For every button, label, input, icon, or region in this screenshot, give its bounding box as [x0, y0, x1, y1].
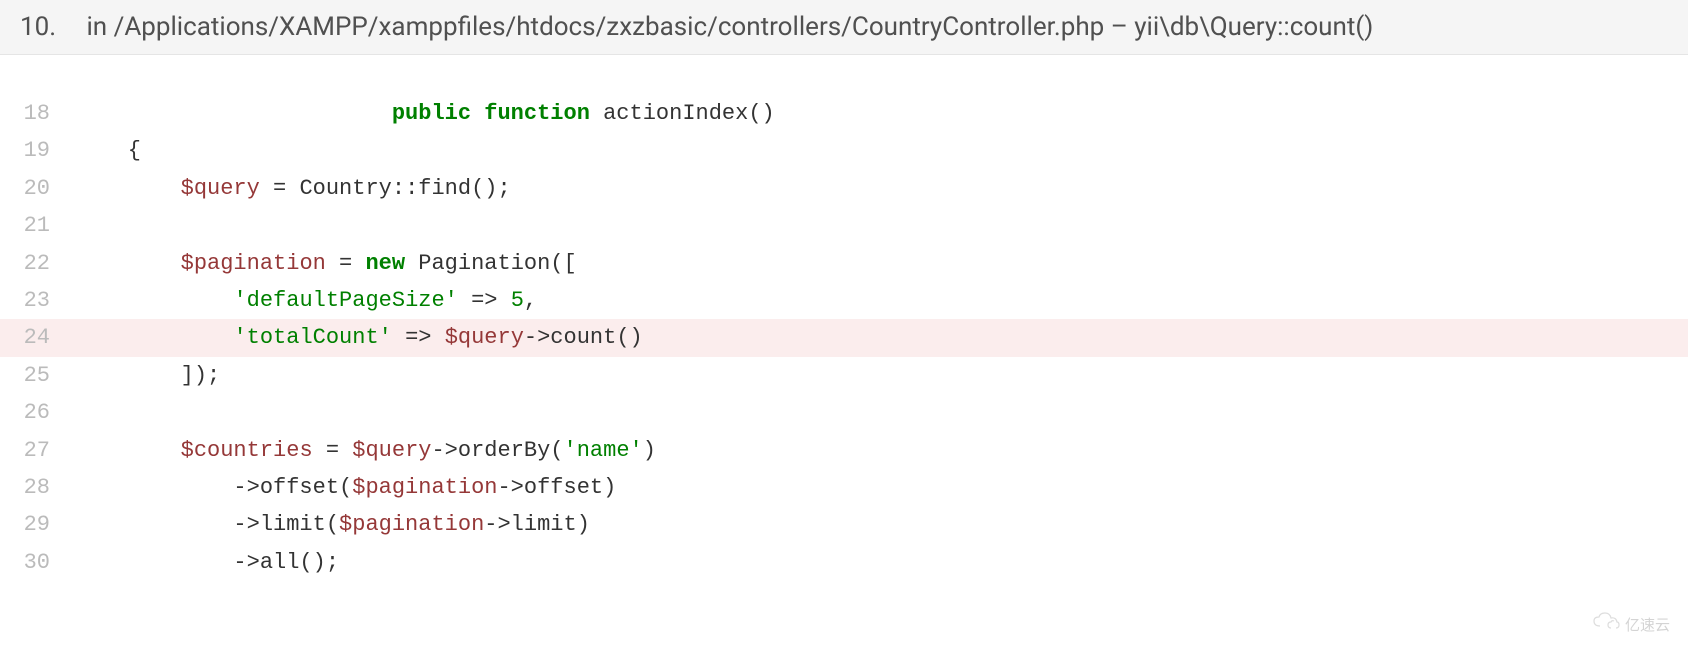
code-line: 23 'defaultPageSize' => 5,	[0, 282, 1688, 319]
line-number: 23	[0, 282, 75, 319]
line-number: 29	[0, 506, 75, 543]
frame-number: 10.	[20, 12, 80, 42]
code-content	[75, 394, 88, 431]
line-number: 24	[0, 319, 75, 356]
cloud-icon	[1592, 612, 1622, 636]
code-content: ]);	[75, 357, 220, 394]
code-line: 20 $query = Country::find();	[0, 170, 1688, 207]
code-line: 27 $countries = $query->orderBy('name')	[0, 432, 1688, 469]
code-line: 22 $pagination = new Pagination([	[0, 245, 1688, 282]
code-content	[75, 207, 88, 244]
code-content: 'totalCount' => $query->count()	[75, 319, 643, 356]
frame-method: yii\db\Query::count()	[1134, 12, 1373, 42]
line-number: 26	[0, 394, 75, 431]
code-content: ->limit($pagination->limit)	[75, 506, 590, 543]
line-number: 21	[0, 207, 75, 244]
code-block: 18 public function actionIndex()19 {20 $…	[0, 55, 1688, 581]
code-content: 'defaultPageSize' => 5,	[75, 282, 537, 319]
code-line: 30 ->all();	[0, 544, 1688, 581]
code-line: 28 ->offset($pagination->offset)	[0, 469, 1688, 506]
code-line: 21	[0, 207, 1688, 244]
code-content: ->offset($pagination->offset)	[75, 469, 616, 506]
code-content: $query = Country::find();	[75, 170, 511, 207]
code-content: public function actionIndex()	[75, 95, 775, 132]
code-line: 25 ]);	[0, 357, 1688, 394]
code-content: $pagination = new Pagination([	[75, 245, 577, 282]
line-number: 18	[0, 95, 75, 132]
line-number: 19	[0, 132, 75, 169]
frame-path: /Applications/XAMPP/xamppfiles/htdocs/zx…	[114, 12, 1105, 42]
code-content: $countries = $query->orderBy('name')	[75, 432, 656, 469]
watermark-text: 亿速云	[1625, 614, 1670, 635]
line-number: 30	[0, 544, 75, 581]
stack-frame-title: 10. in /Applications/XAMPP/xamppfiles/ht…	[20, 12, 1373, 42]
line-number: 27	[0, 432, 75, 469]
frame-prefix: in	[86, 12, 113, 42]
code-content: {	[75, 132, 141, 169]
code-content: ->all();	[75, 544, 339, 581]
stack-frame-header[interactable]: 10. in /Applications/XAMPP/xamppfiles/ht…	[0, 0, 1688, 55]
code-line: 24 'totalCount' => $query->count()	[0, 319, 1688, 356]
line-number: 22	[0, 245, 75, 282]
line-number: 28	[0, 469, 75, 506]
watermark: 亿速云	[1580, 604, 1670, 644]
code-line: 19 {	[0, 132, 1688, 169]
line-number: 25	[0, 357, 75, 394]
frame-separator: –	[1104, 12, 1134, 42]
code-line: 18 public function actionIndex()	[0, 95, 1688, 132]
code-line: 29 ->limit($pagination->limit)	[0, 506, 1688, 543]
code-line: 26	[0, 394, 1688, 431]
line-number: 20	[0, 170, 75, 207]
